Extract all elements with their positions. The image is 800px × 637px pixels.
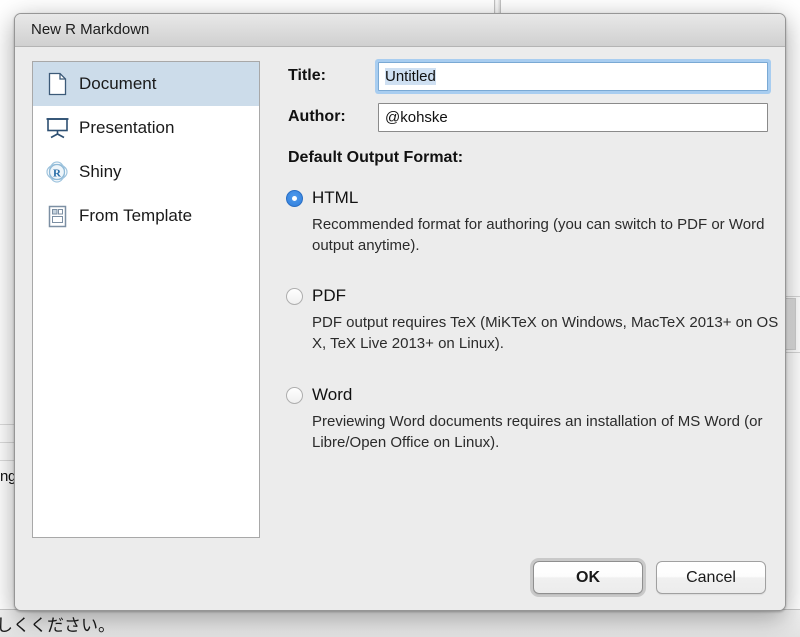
list-item-label: Presentation <box>79 118 175 137</box>
list-item-presentation[interactable]: Presentation <box>33 106 259 150</box>
background-bottom-text: しくください。 <box>0 616 115 636</box>
format-word-description: Previewing Word documents requires an in… <box>312 413 763 451</box>
svg-text:R: R <box>53 167 62 179</box>
list-item-document[interactable]: Document <box>33 62 259 106</box>
radio-html[interactable] <box>286 189 303 207</box>
format-option-pdf[interactable]: PDF PDF output requires TeX (MiKTeX on W… <box>286 285 778 354</box>
dialog-title: New R Markdown <box>31 21 150 38</box>
ok-button[interactable]: OK <box>533 561 643 594</box>
format-pdf-label: PDF <box>312 286 346 305</box>
list-item-from-template[interactable]: From Template <box>33 194 259 238</box>
format-word-header[interactable]: Word <box>286 384 766 406</box>
list-item-label: From Template <box>79 206 193 225</box>
dialog-titlebar[interactable]: New R Markdown <box>15 14 785 47</box>
author-input[interactable] <box>378 102 768 132</box>
dialog-body: Document Presentation R Shiny From Templ… <box>15 47 785 610</box>
list-item-shiny[interactable]: R Shiny <box>33 150 259 194</box>
background-status-strip: しくください。 <box>0 609 800 637</box>
radio-pdf[interactable] <box>286 287 303 305</box>
dialog-button-row: OK Cancel <box>533 561 766 594</box>
title-label: Title: <box>288 67 326 84</box>
output-format-section-label: Default Output Format: <box>288 149 464 166</box>
title-field-row: Title: <box>288 61 768 91</box>
document-type-list[interactable]: Document Presentation R Shiny From Templ… <box>32 61 260 538</box>
author-label: Author: <box>288 108 346 125</box>
new-r-markdown-dialog: New R Markdown Document Presentation R S… <box>14 13 786 611</box>
template-icon <box>45 203 69 229</box>
format-pdf-header[interactable]: PDF <box>286 285 766 307</box>
author-field-row: Author: <box>288 102 768 132</box>
format-option-word[interactable]: Word Previewing Word documents requires … <box>286 384 766 453</box>
format-html-label: HTML <box>312 188 359 207</box>
list-item-label: Document <box>79 74 157 93</box>
format-option-html[interactable]: HTML Recommended format for authoring (y… <box>286 187 766 256</box>
document-icon <box>45 71 69 97</box>
title-input[interactable] <box>378 61 768 91</box>
format-html-header[interactable]: HTML <box>286 187 766 209</box>
list-item-label: Shiny <box>79 162 122 181</box>
radio-word[interactable] <box>286 386 303 404</box>
format-pdf-description: PDF output requires TeX (MiKTeX on Windo… <box>312 314 779 352</box>
format-html-description: Recommended format for authoring (you ca… <box>312 216 765 254</box>
format-word-label: Word <box>312 385 353 404</box>
shiny-r-icon: R <box>45 159 69 185</box>
presentation-icon <box>45 115 69 141</box>
cancel-button[interactable]: Cancel <box>656 561 766 594</box>
dialog-form-area: Title: Author: Default Output Format: HT… <box>274 47 785 610</box>
